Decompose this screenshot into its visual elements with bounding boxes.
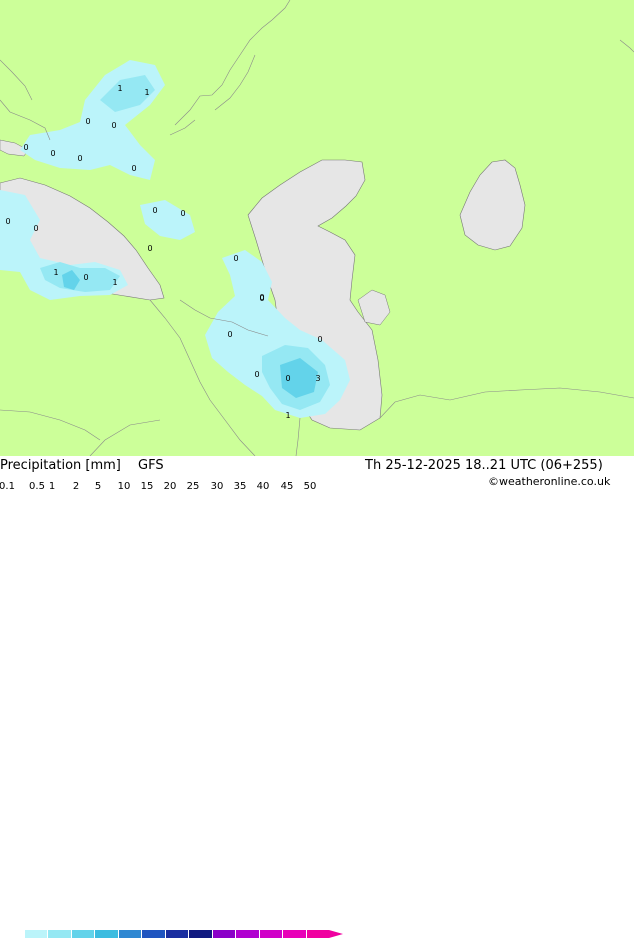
value-label: 0 [77,154,82,163]
legend-swatch [94,930,118,938]
legend-swatch [117,930,141,938]
valid-time: Th 25-12-2025 18..21 UTC (06+255) [365,458,603,473]
legend-tick-label: 0.5 [29,481,45,492]
value-label: 0 [285,374,290,383]
legend-tick-label: 20 [163,481,177,492]
value-label: 0 [50,149,55,158]
value-label: 1 [144,88,149,97]
value-label: 0 [259,293,264,302]
value-label: 0 [85,117,90,126]
value-label: 0 [180,209,185,218]
legend-tick-label: 2 [72,481,80,492]
legend-swatch [70,930,94,938]
legend-swatch [23,930,47,938]
precipitation-map: 1 10 00000000 0001010000 0 310 [0,0,634,456]
value-label: 3 [315,374,320,383]
legend-swatch [235,930,259,938]
legend-swatch [282,930,306,938]
legend-swatch [164,930,188,938]
value-label: 1 [112,278,117,287]
value-label: 0 [147,244,152,253]
legend-swatch [141,930,165,938]
value-label: 0 [233,254,238,263]
legend-swatch [211,930,235,938]
legend-tick-label: 35 [233,481,247,492]
value-label: 0 [227,330,232,339]
legend-tick-label: 50 [303,481,317,492]
value-label: 0 [131,164,136,173]
legend-tick-label: 15 [140,481,154,492]
value-label: 0 [23,143,28,152]
legend-tick-label: 10 [117,481,131,492]
legend-swatch [0,930,24,938]
credit-link[interactable]: ©weatheronline.co.uk [488,474,610,489]
legend-tick-label: 5 [94,481,102,492]
value-label: 0 [33,224,38,233]
value-label: 1 [53,268,58,277]
value-label: 0 [111,121,116,130]
legend-tick-label: 0.1 [0,481,15,492]
legend-tick-label: 45 [280,481,294,492]
value-label: 1 [117,84,122,93]
value-label: 0 [254,370,259,379]
model-name: GFS [138,458,164,473]
value-label: 1 [285,411,290,420]
map-title: Precipitation [mm] [0,458,121,473]
legend-arrow [329,930,343,938]
legend-swatch [258,930,282,938]
legend-swatch [188,930,212,938]
value-label: 0 [152,206,157,215]
legend-tick-label: 25 [186,481,200,492]
legend-tick-label: 40 [256,481,270,492]
value-label: 0 [317,335,322,344]
value-label: 0 [83,273,88,282]
legend-tick-label: 30 [210,481,224,492]
value-label: 0 [5,217,10,226]
legend-swatch [305,930,329,938]
legend-swatch [47,930,71,938]
legend-tick-label: 1 [48,481,56,492]
